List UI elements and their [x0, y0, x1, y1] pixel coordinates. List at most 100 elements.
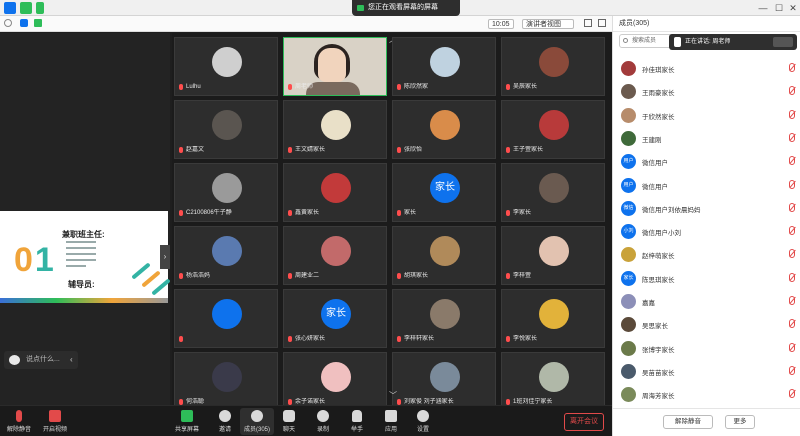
- mic-muted-icon[interactable]: [789, 179, 795, 189]
- participant-row[interactable]: 王建刚: [613, 128, 800, 149]
- close-icon[interactable]: ✕: [786, 1, 800, 15]
- participant-tile[interactable]: 鑫黄家长: [283, 163, 387, 222]
- participant-row[interactable]: 微信 微信用户刘依晨妈妈: [613, 198, 800, 219]
- video-face: [318, 48, 346, 82]
- participant-tile[interactable]: 陈欣然家: [392, 37, 496, 96]
- participant-tile[interactable]: 家长 家长: [392, 163, 496, 222]
- participant-tile[interactable]: [174, 289, 278, 348]
- mic-muted-icon[interactable]: [789, 365, 795, 375]
- time-display: 10:05: [488, 19, 514, 29]
- more-button[interactable]: 更多: [725, 415, 755, 429]
- mic-muted-icon[interactable]: [789, 296, 795, 305]
- chat-input[interactable]: 说点什么... ‹: [4, 351, 78, 369]
- mic-muted-icon[interactable]: [789, 249, 795, 259]
- participant-name: 李梓萱: [505, 272, 531, 281]
- participant-tile[interactable]: 1班刘佳宁家长: [501, 352, 605, 411]
- exit-full-screen-icon[interactable]: [584, 19, 592, 27]
- share-screen-button[interactable]: 共享屏幕: [170, 408, 204, 435]
- participant-tile[interactable]: 杨浩浩妈: [174, 226, 278, 285]
- participant-tile[interactable]: 家长 张心妍家长: [283, 289, 387, 348]
- chat-button[interactable]: 聊天: [272, 408, 306, 435]
- settings-button[interactable]: 设置: [406, 408, 440, 435]
- participant-tile[interactable]: 王子萱家长: [501, 100, 605, 159]
- participant-tile[interactable]: 何浩聪: [174, 352, 278, 411]
- scroll-down-icon[interactable]: ﹀: [386, 391, 400, 401]
- participant-row[interactable]: 小刘 微信用户小刘: [613, 221, 800, 242]
- participant-row[interactable]: 嘉嘉: [613, 291, 800, 312]
- participant-tile[interactable]: 李梓轩家长: [392, 289, 496, 348]
- participant-tile[interactable]: Lulhu: [174, 37, 278, 96]
- sharing-banner[interactable]: 您正在观看屏幕的屏幕: [352, 0, 460, 16]
- info-icon[interactable]: [4, 19, 12, 27]
- signal-icon[interactable]: [36, 2, 44, 14]
- participant-tile[interactable]: 周老师: [283, 37, 387, 96]
- participant-avatar: [539, 110, 569, 140]
- mic-muted-icon[interactable]: [789, 86, 795, 96]
- participant-tile[interactable]: 余子诺家长: [283, 352, 387, 411]
- participant-avatar: 微信: [621, 200, 636, 216]
- maximize-icon[interactable]: ☐: [772, 1, 786, 15]
- mute-button[interactable]: 解除静音: [2, 408, 36, 435]
- participant-tile[interactable]: 胡琪家长: [392, 226, 496, 285]
- participant-tile[interactable]: 李家长: [501, 163, 605, 222]
- mic-muted-icon[interactable]: [789, 63, 795, 72]
- layout-icon[interactable]: [598, 19, 606, 27]
- raise-hand-button[interactable]: 举手: [340, 408, 374, 435]
- record-button[interactable]: 录制: [306, 408, 340, 435]
- mic-muted-icon[interactable]: [789, 202, 795, 212]
- participant-tile[interactable]: 李梓萱: [501, 226, 605, 285]
- participant-row[interactable]: 赵梓萌家长: [613, 244, 800, 265]
- participant-row[interactable]: 孙佳琪家长: [613, 58, 800, 79]
- mic-muted-icon[interactable]: [789, 132, 795, 142]
- participant-tile[interactable]: 刘家俊 刘子涵家长: [392, 352, 496, 411]
- participant-tile[interactable]: C2100806牛子静: [174, 163, 278, 222]
- network-icon[interactable]: [34, 19, 42, 27]
- participant-avatar: [539, 236, 569, 266]
- apps-button[interactable]: 应用: [374, 408, 408, 435]
- participant-row[interactable]: 王雨豪家长: [613, 81, 800, 102]
- participant-row[interactable]: 吴苗苗家长: [613, 361, 800, 382]
- unmute-all-button[interactable]: 解除静音: [663, 415, 713, 429]
- sharing-label: 您正在观看屏幕的屏幕: [368, 4, 438, 11]
- mic-muted-icon[interactable]: [789, 342, 795, 352]
- view-switch-button[interactable]: 演讲者视图: [522, 19, 574, 29]
- participant-row[interactable]: 于欣然家长: [613, 105, 800, 126]
- participant-avatar: [539, 299, 569, 329]
- leave-meeting-button[interactable]: 离开会议: [564, 413, 604, 431]
- video-button[interactable]: 开启视频: [38, 408, 72, 435]
- participant-name: 张博宇家长: [642, 346, 675, 354]
- title-bar: 您正在观看屏幕的屏幕 — ☐ ✕: [0, 0, 800, 16]
- participant-row[interactable]: 家长 陈思琪家长: [613, 268, 800, 289]
- collapse-handle-icon[interactable]: ›: [160, 245, 170, 269]
- participant-row[interactable]: 张博宇家长: [613, 338, 800, 359]
- participant-row[interactable]: 用户 微信用户: [613, 151, 800, 172]
- mic-muted-icon[interactable]: [789, 319, 795, 329]
- participant-name: 微信用户刘依晨妈妈: [642, 206, 701, 214]
- invite-button[interactable]: 邀请: [208, 408, 242, 435]
- participant-avatar: [621, 130, 636, 146]
- chevron-left-icon[interactable]: ‹: [70, 351, 73, 369]
- mic-muted-icon[interactable]: [789, 109, 795, 119]
- members-button[interactable]: 成员(305): [240, 408, 274, 435]
- participant-tile[interactable]: 李悦家长: [501, 289, 605, 348]
- participant-tile[interactable]: 王文婧家长: [283, 100, 387, 159]
- mic-muted-icon[interactable]: [789, 272, 795, 282]
- participant-avatar: [212, 236, 242, 266]
- popup-action-button[interactable]: [773, 37, 793, 47]
- participant-row[interactable]: 吴思家长: [613, 314, 800, 335]
- participant-tile[interactable]: 张欣怡: [392, 100, 496, 159]
- participant-tile[interactable]: 周建业二: [283, 226, 387, 285]
- participant-tile[interactable]: 赵嘉文: [174, 100, 278, 159]
- participant-row[interactable]: 周海芳家长: [613, 384, 800, 405]
- shield-icon[interactable]: [20, 19, 28, 27]
- security-shield-icon[interactable]: [20, 2, 32, 14]
- mic-muted-icon[interactable]: [789, 156, 795, 166]
- mic-muted-icon[interactable]: [789, 226, 795, 236]
- minimize-icon[interactable]: —: [756, 1, 770, 15]
- mic-muted-icon[interactable]: [789, 389, 795, 399]
- participant-row[interactable]: 用户 微信用户: [613, 175, 800, 196]
- participant-tile[interactable]: 吴辰家长: [501, 37, 605, 96]
- participant-avatar: [321, 362, 351, 392]
- shared-screen-pane: 01 兼职班主任: 辅导员: › 说点什么... ‹: [0, 33, 171, 405]
- participants-panel: 成员(305) 搜索成员 正在讲话: 周老师 孙佳琪家长 王雨豪家长 于欣然家长 王建…: [612, 16, 800, 436]
